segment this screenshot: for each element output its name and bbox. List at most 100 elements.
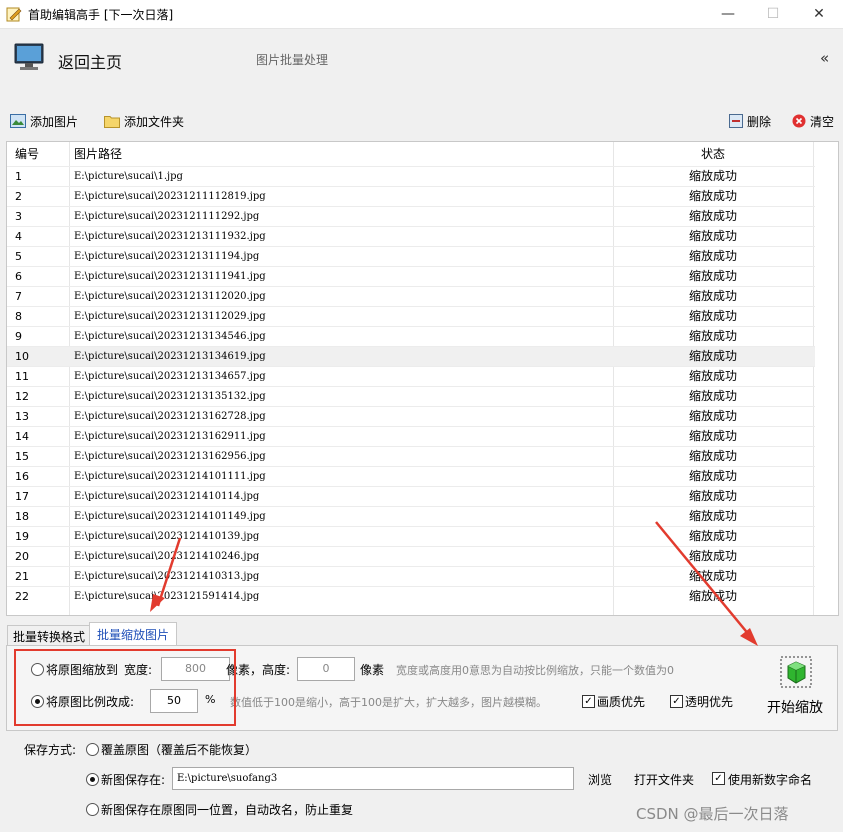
overwrite-radio[interactable]	[86, 743, 99, 756]
add-image-label: 添加图片	[30, 114, 79, 129]
quality-first-label: 画质优先	[597, 695, 646, 709]
row-number: 11	[15, 370, 29, 383]
row-number: 4	[15, 230, 22, 243]
table-row[interactable]: 21 E:\picture\sucai\2023121410313.jpg 缩放成功	[7, 566, 815, 586]
clear-icon	[792, 114, 806, 128]
row-number: 22	[15, 590, 29, 603]
add-image-button[interactable]: 添加图片	[10, 112, 78, 130]
row-path: E:\picture\sucai\2023121311194.jpg	[74, 251, 260, 262]
table-row[interactable]: 13 E:\picture\sucai\20231213162728.jpg 缩放成…	[7, 406, 815, 426]
minimize-button[interactable]: —	[705, 0, 751, 28]
row-status: 缩放成功	[689, 469, 738, 483]
table-row[interactable]: 4 E:\picture\sucai\20231213111932.jpg 缩放成功	[7, 226, 815, 246]
save-mode-label: 保存方式:	[24, 743, 77, 757]
fixed-size-hint: 宽度或高度用0意思为自动按比例缩放，只能一个数值为0	[396, 664, 674, 677]
table-row[interactable]: 5 E:\picture\sucai\2023121311194.jpg 缩放成功	[7, 246, 815, 266]
row-status: 缩放成功	[689, 309, 738, 323]
clear-button[interactable]: 清空	[792, 112, 834, 130]
row-path: E:\picture\sucai\20231214101111.jpg	[74, 471, 266, 482]
use-new-name-checkbox[interactable]: ✓	[712, 772, 725, 785]
row-path: E:\picture\sucai\20231213134619.jpg	[74, 351, 266, 362]
header-bar: 返回主页 图片批量处理 «	[2, 29, 840, 97]
row-status: 缩放成功	[689, 369, 738, 383]
row-status: 缩放成功	[689, 189, 738, 203]
app-icon	[6, 7, 22, 22]
row-status: 缩放成功	[689, 229, 738, 243]
row-path: E:\picture\sucai\20231213162956.jpg	[74, 451, 266, 462]
maximize-button[interactable]: ☐	[750, 0, 796, 28]
delete-icon	[729, 114, 743, 128]
row-number: 6	[15, 270, 22, 283]
row-path: E:\picture\sucai\20231213135132.jpg	[74, 391, 266, 402]
row-number: 16	[15, 470, 29, 483]
table-row[interactable]: 7 E:\picture\sucai\20231213112020.jpg 缩放成功	[7, 286, 815, 306]
table-row[interactable]: 8 E:\picture\sucai\20231213112029.jpg 缩放成功	[7, 306, 815, 326]
row-path: E:\picture\sucai\2023121410246.jpg	[74, 551, 260, 562]
save-path-input[interactable]: E:\picture\suofang3	[172, 767, 574, 790]
row-path: E:\picture\sucai\20231213134657.jpg	[74, 371, 266, 382]
row-status: 缩放成功	[689, 329, 738, 343]
row-status: 缩放成功	[689, 449, 738, 463]
table-row[interactable]: 11 E:\picture\sucai\20231213134657.jpg 缩放成…	[7, 366, 815, 386]
row-path: E:\picture\sucai\20231213134546.jpg	[74, 331, 266, 342]
table-row[interactable]: 10 E:\picture\sucai\20231213134619.jpg 缩放成…	[7, 346, 815, 366]
same-location-label: 新图保存在原图同一位置，自动改名，防止重复	[101, 803, 354, 817]
open-folder-button[interactable]: 打开文件夹	[634, 771, 694, 788]
same-location-radio[interactable]	[86, 803, 99, 816]
transparent-first-checkbox[interactable]: ✓	[670, 695, 683, 708]
image-list-table[interactable]: 编号 图片路径 状态 1 E:\picture\sucai\1.jpg 缩放成功 2 E…	[6, 141, 839, 616]
row-status: 缩放成功	[689, 349, 738, 363]
row-number: 18	[15, 510, 29, 523]
row-status: 缩放成功	[689, 209, 738, 223]
title-bar: 首助编辑高手 [下一次日落] — ☐ ✕	[0, 0, 843, 29]
column-header-status[interactable]: 状态	[701, 142, 725, 166]
row-path: E:\picture\sucai\2023121410139.jpg	[74, 531, 260, 542]
add-folder-button[interactable]: 添加文件夹	[104, 112, 184, 130]
table-row[interactable]: 6 E:\picture\sucai\20231213111941.jpg 缩放成功	[7, 266, 815, 286]
window-title: 首助编辑高手 [下一次日落]	[28, 8, 174, 22]
row-status: 缩放成功	[689, 569, 738, 583]
monitor-icon[interactable]	[14, 42, 44, 72]
row-path: E:\picture\sucai\2023121410313.jpg	[74, 571, 260, 582]
delete-button[interactable]: 删除	[729, 112, 771, 130]
browse-button[interactable]: 浏览	[588, 771, 612, 788]
tab-batch-convert[interactable]: 批量转换格式	[7, 625, 91, 647]
home-link[interactable]: 返回主页	[58, 49, 122, 73]
row-status: 缩放成功	[689, 289, 738, 303]
tab-batch-resize[interactable]: 批量缩放图片	[89, 622, 177, 647]
row-number: 10	[15, 350, 29, 363]
folder-icon	[104, 116, 120, 128]
table-row[interactable]: 15 E:\picture\sucai\20231213162956.jpg 缩放成…	[7, 446, 815, 466]
table-row[interactable]: 20 E:\picture\sucai\2023121410246.jpg 缩放成功	[7, 546, 815, 566]
table-row[interactable]: 9 E:\picture\sucai\20231213134546.jpg 缩放成功	[7, 326, 815, 346]
save-new-path-radio[interactable]	[86, 773, 99, 786]
table-row[interactable]: 16 E:\picture\sucai\20231214101111.jpg 缩放成…	[7, 466, 815, 486]
add-folder-label: 添加文件夹	[124, 114, 185, 129]
cube-icon	[780, 656, 812, 688]
table-row[interactable]: 12 E:\picture\sucai\20231213135132.jpg 缩放成…	[7, 386, 815, 406]
close-button[interactable]: ✕	[796, 0, 842, 28]
table-row[interactable]: 17 E:\picture\sucai\2023121410114.jpg 缩放成功	[7, 486, 815, 506]
start-resize-button[interactable]: 开始缩放	[762, 652, 830, 720]
table-row[interactable]: 1 E:\picture\sucai\1.jpg 缩放成功	[7, 166, 815, 186]
table-row[interactable]: 19 E:\picture\sucai\2023121410139.jpg 缩放成功	[7, 526, 815, 546]
row-path: E:\picture\sucai\2023121410114.jpg	[74, 491, 260, 502]
table-row[interactable]: 14 E:\picture\sucai\20231213162911.jpg 缩放成…	[7, 426, 815, 446]
row-number: 13	[15, 410, 29, 423]
table-row[interactable]: 18 E:\picture\sucai\20231214101149.jpg 缩放成…	[7, 506, 815, 526]
row-path: E:\picture\sucai\20231213162911.jpg	[74, 431, 266, 442]
quality-first-checkbox[interactable]: ✓	[582, 695, 595, 708]
row-status: 缩放成功	[689, 169, 738, 183]
collapse-button[interactable]: «	[820, 49, 829, 67]
table-row[interactable]: 3 E:\picture\sucai\2023121111292.jpg 缩放成功	[7, 206, 815, 226]
row-number: 12	[15, 390, 29, 403]
row-path: E:\picture\sucai\20231211112819.jpg	[74, 191, 266, 202]
clear-label: 清空	[810, 114, 835, 129]
column-header-path[interactable]: 图片路径	[74, 142, 122, 166]
height-input[interactable]: 0	[297, 657, 355, 681]
column-header-no[interactable]: 编号	[15, 142, 39, 166]
table-row[interactable]: 22 E:\picture\sucai\2023121591414.jpg 缩放成功	[7, 586, 815, 606]
table-row[interactable]: 2 E:\picture\sucai\20231211112819.jpg 缩放成功	[7, 186, 815, 206]
row-path: E:\picture\sucai\2023121591414.jpg	[74, 591, 260, 602]
watermark-text: CSDN @最后一次日落	[636, 805, 789, 823]
